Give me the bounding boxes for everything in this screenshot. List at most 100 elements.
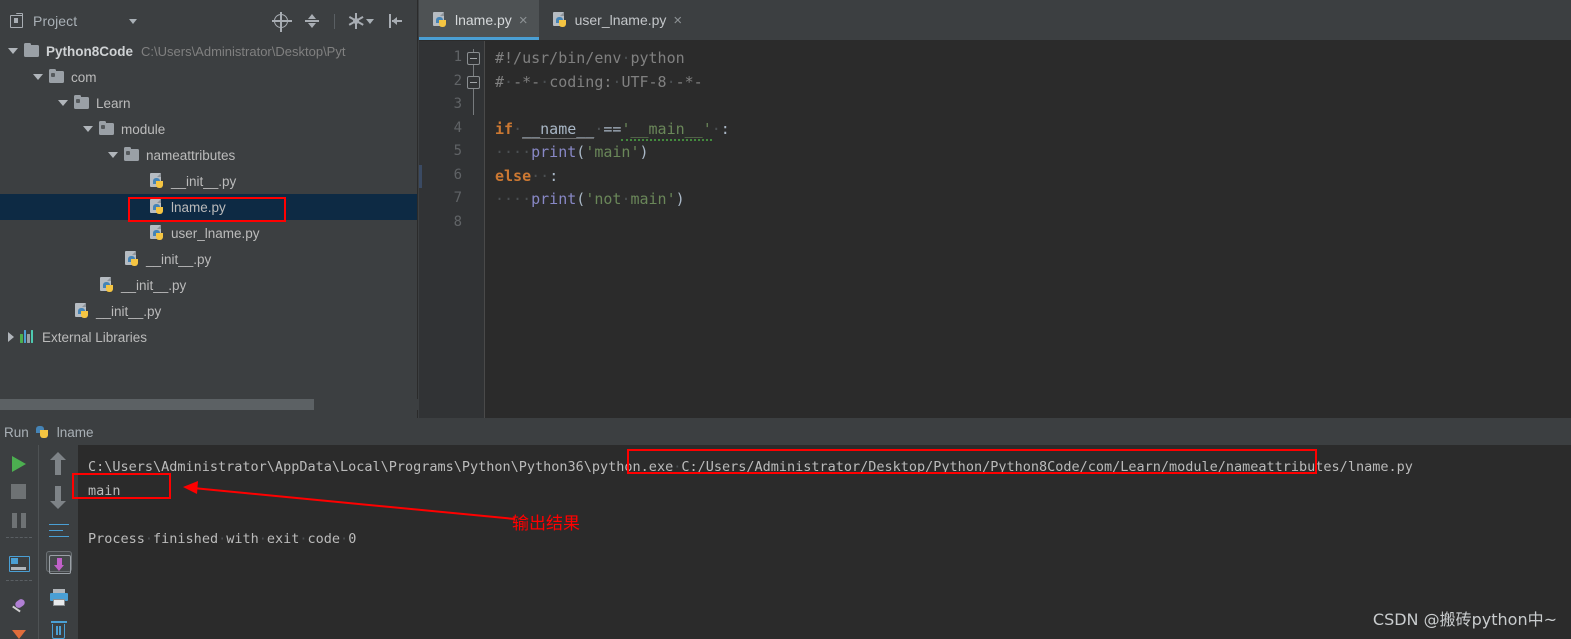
editor-tab[interactable]: lname.py× — [419, 0, 539, 40]
run-console-output[interactable]: C:\Users\Administrator\AppData\Local\Pro… — [78, 445, 1571, 639]
chevron-down-icon[interactable] — [8, 48, 18, 54]
tree-row[interactable]: com — [0, 64, 417, 90]
console-blank-line — [88, 503, 1571, 527]
project-tree: Python8Code C:\Users\Administrator\Deskto… — [0, 38, 417, 396]
next-occurrence-button[interactable] — [46, 484, 72, 505]
console-exit-line: Process·finished·with·exit·code·0 — [88, 527, 1571, 551]
editor-gutter: 12345678 — [419, 41, 485, 418]
line-number: 3 — [432, 96, 462, 112]
code-fold-marker[interactable] — [467, 52, 480, 65]
editor-tab[interactable]: user_lname.py × — [539, 0, 694, 40]
package-folder-icon — [74, 96, 90, 110]
tree-row[interactable]: __init__.py — [0, 168, 417, 194]
package-folder-icon — [49, 70, 65, 84]
close-icon[interactable]: × — [673, 13, 682, 28]
python-file-icon — [149, 200, 165, 214]
tree-row-label: Python8Code — [46, 44, 133, 59]
toolbar-divider — [334, 14, 335, 29]
expand-button[interactable] — [6, 623, 32, 639]
code-fold-rail — [464, 41, 484, 418]
tree-row-label: Learn — [96, 96, 131, 111]
run-left-toolbar — [0, 445, 38, 639]
code-fold-marker[interactable] — [467, 76, 480, 89]
python-file-icon — [149, 174, 165, 188]
tree-row-label: nameattributes — [146, 148, 235, 163]
chevron-down-icon[interactable] — [83, 126, 93, 132]
tree-row[interactable]: __init__.py — [0, 246, 417, 272]
console-output-line: main — [88, 479, 1571, 503]
line-number: 6 — [432, 167, 462, 183]
chevron-right-icon[interactable] — [8, 332, 14, 342]
tree-row[interactable]: module — [0, 116, 417, 142]
tree-row[interactable]: lname.py — [0, 194, 417, 220]
line-number: 4 — [432, 120, 462, 136]
console-button[interactable] — [6, 551, 32, 567]
chevron-down-icon[interactable] — [129, 19, 137, 24]
python-file-icon — [35, 424, 51, 440]
tree-row-label: __init__.py — [96, 304, 161, 319]
soft-wrap-button[interactable] — [46, 518, 72, 539]
code-line: ····print('not·main') — [495, 188, 1571, 212]
chevron-down-icon[interactable] — [108, 152, 118, 158]
tree-row-label: com — [71, 70, 97, 85]
run-right-toolbar — [38, 445, 78, 639]
package-folder-icon — [99, 122, 115, 136]
tree-row[interactable]: External Libraries — [0, 324, 417, 350]
code-line: #!/usr/bin/env·python — [495, 47, 1571, 71]
toolbar-divider — [6, 537, 32, 538]
collapse-all-icon[interactable] — [303, 12, 321, 30]
stop-button[interactable] — [6, 479, 32, 495]
chevron-down-icon[interactable] — [366, 19, 374, 24]
project-hscrollbar-thumb[interactable] — [0, 399, 314, 410]
line-number: 2 — [432, 73, 462, 89]
tree-row-path: C:\Users\Administrator\Desktop\Pyt — [141, 44, 345, 59]
tree-row-label: module — [121, 122, 165, 137]
code-line: #·-*-·coding:·UTF-8·-*- — [495, 71, 1571, 95]
gear-icon[interactable] — [348, 14, 374, 29]
pin-icon[interactable] — [6, 594, 32, 610]
print-button[interactable] — [46, 584, 72, 605]
hide-panel-icon[interactable] — [387, 12, 405, 30]
tree-row-label: __init__.py — [121, 278, 186, 293]
code-line — [495, 94, 1571, 118]
python-file-icon — [74, 304, 90, 318]
run-button[interactable] — [6, 451, 32, 467]
clear-all-button[interactable] — [46, 618, 72, 639]
console-command-line: C:\Users\Administrator\AppData\Local\Pro… — [88, 455, 1571, 479]
project-panel-header: Project — [0, 0, 417, 42]
locate-file-icon[interactable] — [272, 12, 290, 30]
tree-row[interactable]: __init__.py — [0, 298, 417, 324]
pause-button[interactable] — [6, 508, 32, 524]
code-line: else··: — [495, 165, 1571, 189]
tree-row[interactable]: nameattributes — [0, 142, 417, 168]
annotation-label: 输出结果 — [512, 509, 580, 534]
line-number: 7 — [432, 190, 462, 206]
tree-row[interactable]: __init__.py — [0, 272, 417, 298]
editor-tab-label: user_lname.py — [575, 12, 667, 28]
project-panel-title: Project — [33, 13, 77, 29]
run-config-name: lname — [57, 425, 94, 440]
python-file-icon — [432, 12, 448, 28]
code-line — [495, 212, 1571, 236]
chevron-down-icon[interactable] — [33, 74, 43, 80]
python-file-icon — [552, 12, 568, 28]
tree-row[interactable]: Python8Code C:\Users\Administrator\Deskto… — [0, 38, 417, 64]
prev-occurrence-button[interactable] — [46, 451, 72, 472]
watermark: CSDN @搬砖python中~ — [1373, 606, 1557, 630]
package-folder-icon — [124, 148, 140, 162]
run-panel-header: Run lname — [0, 419, 1571, 445]
editor-area: lname.py×user_lname.py× 12345678 #!/usr/… — [419, 0, 1571, 418]
code-content[interactable]: #!/usr/bin/env·python#·-*-·coding:·UTF-8… — [485, 41, 1571, 418]
tree-row-label: user_lname.py — [171, 226, 260, 241]
editor-tab-bar: lname.py× user_lname.py × — [419, 0, 1571, 41]
folder-icon — [24, 44, 40, 58]
chevron-down-icon[interactable] — [58, 100, 68, 106]
close-icon[interactable]: × — [519, 13, 528, 28]
line-number: 1 — [432, 49, 462, 65]
run-label: Run — [4, 425, 29, 440]
python-file-icon — [124, 252, 140, 266]
scroll-to-end-button[interactable] — [46, 551, 72, 573]
tree-row[interactable]: Learn — [0, 90, 417, 116]
tree-row[interactable]: user_lname.py — [0, 220, 417, 246]
tree-row-label: __init__.py — [146, 252, 211, 267]
